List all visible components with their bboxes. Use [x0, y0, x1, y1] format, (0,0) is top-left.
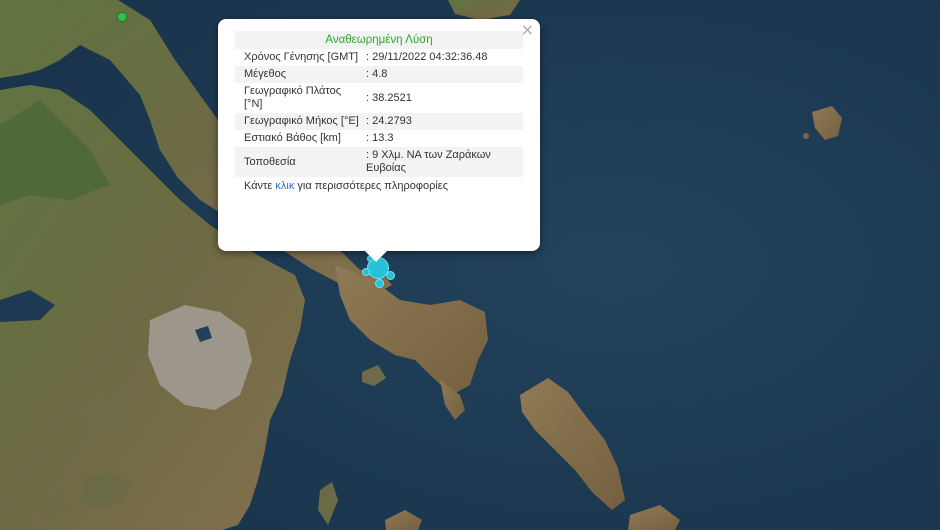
table-row: Γεωγραφικό Πλάτος [°N] : 38.2521	[235, 83, 523, 113]
table-row: Χρόνος Γένησης [GMT] : 29/11/2022 04:32:…	[235, 49, 523, 66]
close-icon[interactable]: ×	[521, 22, 534, 38]
popup-pointer	[365, 251, 387, 262]
table-row: Γεωγραφικό Μήκος [°E] : 24.2793	[235, 113, 523, 130]
more-info-link[interactable]: κλικ	[275, 180, 294, 192]
more-info-prefix: Κάντε	[244, 180, 273, 192]
earthquake-marker[interactable]	[362, 268, 370, 276]
row-label: Εστιακό Βάθος [km]	[235, 130, 364, 147]
map-view[interactable]: × Αναθεωρημένη Λύση Χρόνος Γένησης [GMT]…	[0, 0, 940, 530]
table-row: Εστιακό Βάθος [km] : 13.3	[235, 130, 523, 147]
table-row: Μέγεθος : 4.8	[235, 66, 523, 83]
earthquake-marker[interactable]	[375, 279, 384, 288]
popup-title: Αναθεωρημένη Λύση	[235, 31, 523, 49]
earthquake-marker[interactable]	[386, 271, 395, 280]
row-label: Μέγεθος	[235, 66, 364, 83]
row-label: Γεωγραφικό Πλάτος [°N]	[235, 83, 364, 113]
earthquake-info-table: Χρόνος Γένησης [GMT] : 29/11/2022 04:32:…	[235, 49, 523, 177]
row-value: : 9 Χλμ. ΝΑ των Ζαράκων Ευβοίας	[364, 147, 523, 177]
row-label: Γεωγραφικό Μήκος [°E]	[235, 113, 364, 130]
row-value: : 24.2793	[364, 113, 523, 130]
row-value: : 13.3	[364, 130, 523, 147]
earthquake-info-popup: × Αναθεωρημένη Λύση Χρόνος Γένησης [GMT]…	[218, 19, 540, 262]
row-value: : 38.2521	[364, 83, 523, 113]
row-label: Χρόνος Γένησης [GMT]	[235, 49, 364, 66]
row-value: : 29/11/2022 04:32:36.48	[364, 49, 523, 66]
more-info-suffix: για περισσότερες πληροφορίες	[297, 180, 448, 192]
row-value: : 4.8	[364, 66, 523, 83]
small-islet	[803, 133, 809, 139]
seismic-station-icon	[117, 12, 127, 22]
row-label: Τοποθεσία	[235, 147, 364, 177]
more-info-line: Κάντε κλικ για περισσότερες πληροφορίες	[235, 180, 523, 192]
table-row: Τοποθεσία : 9 Χλμ. ΝΑ των Ζαράκων Ευβοία…	[235, 147, 523, 177]
